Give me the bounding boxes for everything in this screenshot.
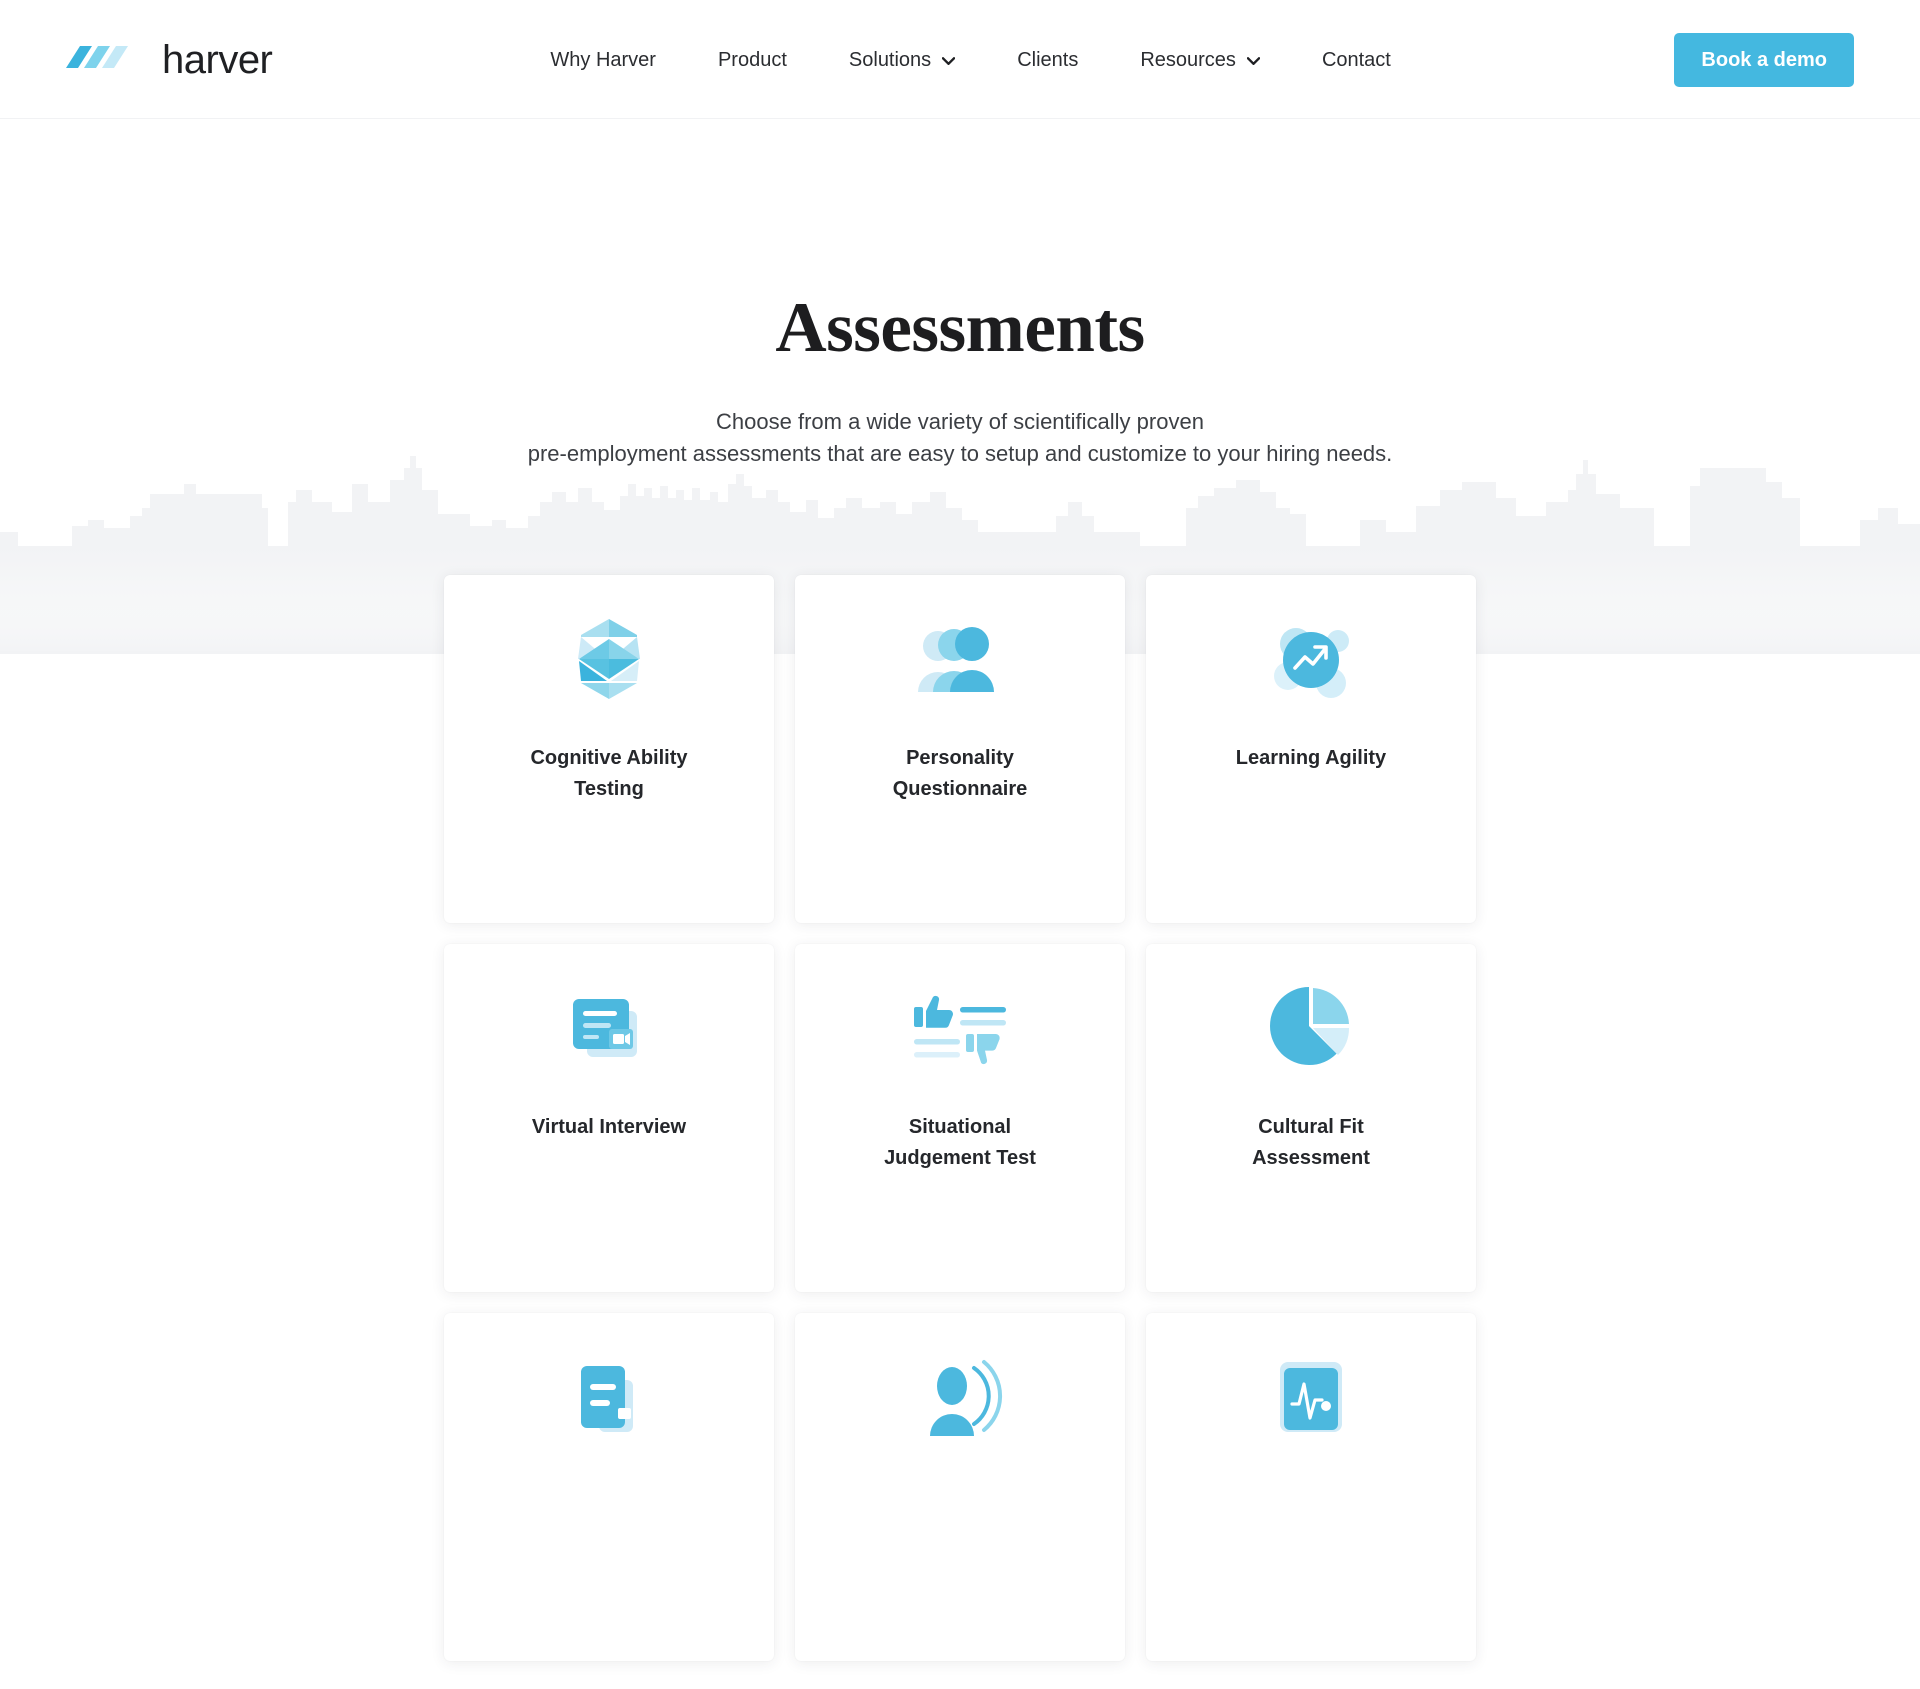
nav-label: Clients <box>1017 48 1079 71</box>
page-title: Assessments <box>775 289 1145 367</box>
voice-person-icon <box>795 1313 1125 1481</box>
nav-item-resources[interactable]: Resources <box>1109 50 1291 70</box>
hero-subtitle-line-2: pre-employment assessments that are easy… <box>527 440 1393 466</box>
nav-item-solutions[interactable]: Solutions <box>818 50 986 70</box>
logo-link[interactable]: harver <box>66 37 273 82</box>
trending-up-circle-icon <box>1146 575 1476 743</box>
label-line-2: Testing <box>574 777 644 800</box>
label-line-2: Judgement Test <box>884 1146 1036 1169</box>
video-card-icon <box>444 944 774 1112</box>
nav-label: Product <box>717 48 787 71</box>
chevron-down-icon <box>1246 56 1260 65</box>
nav-item-product[interactable]: Product <box>687 50 818 70</box>
site-header: harver Why Harver Product Solutions Clie… <box>0 0 1920 119</box>
nav-label: Solutions <box>848 48 932 71</box>
label-line-1: Learning Agility <box>1235 746 1387 769</box>
label-line-2: Questionnaire <box>892 777 1028 800</box>
assessment-card-cultural-fit-assessment[interactable]: Cultural Fit Assessment <box>1146 943 1476 1292</box>
people-group-icon <box>795 575 1125 743</box>
assessment-card-row3-col2[interactable] <box>795 1312 1125 1661</box>
nav-item-clients[interactable]: Clients <box>986 50 1109 70</box>
thumbs-up-down-icon <box>795 944 1125 1112</box>
label-line-1: Virtual Interview <box>531 1115 687 1138</box>
pie-chart-icon <box>1146 944 1476 1112</box>
nav-label: Resources <box>1140 48 1236 71</box>
nav-item-contact[interactable]: Contact <box>1291 50 1422 70</box>
assessment-card-label: Learning Agility <box>1212 743 1410 774</box>
assessment-card-personality-questionnaire[interactable]: Personality Questionnaire <box>795 574 1125 923</box>
label-line-1: Situational <box>908 1115 1012 1138</box>
assessment-card-virtual-interview[interactable]: Virtual Interview <box>444 943 774 1292</box>
faceted-gem-icon <box>444 575 774 743</box>
nav-item-why-harver[interactable]: Why Harver <box>519 50 687 70</box>
nav-label: Contact <box>1321 48 1391 71</box>
assessment-card-label: Cognitive Ability Testing <box>506 743 711 805</box>
assessment-card-label: Personality Questionnaire <box>869 743 1051 805</box>
label-line-1: Cognitive Ability <box>530 746 688 769</box>
harver-logo-mark <box>66 44 146 75</box>
assessment-card-label: Virtual Interview <box>508 1112 710 1143</box>
pulse-waveform-icon <box>1146 1313 1476 1481</box>
chevron-down-icon <box>942 56 956 65</box>
assessments-grid-section: Cognitive Ability Testing Personality Qu… <box>0 574 1920 1661</box>
hero-subtitle: Choose from a wide variety of scientific… <box>0 406 1920 470</box>
assessment-card-cognitive-ability-testing[interactable]: Cognitive Ability Testing <box>444 574 774 923</box>
assessment-card-row3-col3[interactable] <box>1146 1312 1476 1661</box>
assessment-card-row3-col1[interactable] <box>444 1312 774 1661</box>
book-a-demo-button[interactable]: Book a demo <box>1674 32 1854 87</box>
assessments-card-grid: Cognitive Ability Testing Personality Qu… <box>444 574 1476 1661</box>
label-line-2: Assessment <box>1252 1146 1370 1169</box>
assessment-card-label: Situational Judgement Test <box>860 1112 1060 1174</box>
hero-subtitle-line-1: Choose from a wide variety of scientific… <box>716 409 1204 435</box>
label-line-1: Personality <box>906 746 1014 769</box>
logo-text: harver <box>162 37 273 82</box>
hero-section: Assessments Choose from a wide variety o… <box>0 119 1920 654</box>
assessment-card-learning-agility[interactable]: Learning Agility <box>1146 574 1476 923</box>
assessment-card-label: Cultural Fit Assessment <box>1228 1112 1394 1174</box>
document-card-icon <box>444 1313 774 1481</box>
nav-label: Why Harver <box>550 48 656 71</box>
main-navigation: Why Harver Product Solutions Clients Res… <box>519 50 1421 70</box>
label-line-1: Cultural Fit <box>1258 1115 1364 1138</box>
assessment-card-situational-judgement-test[interactable]: Situational Judgement Test <box>795 943 1125 1292</box>
